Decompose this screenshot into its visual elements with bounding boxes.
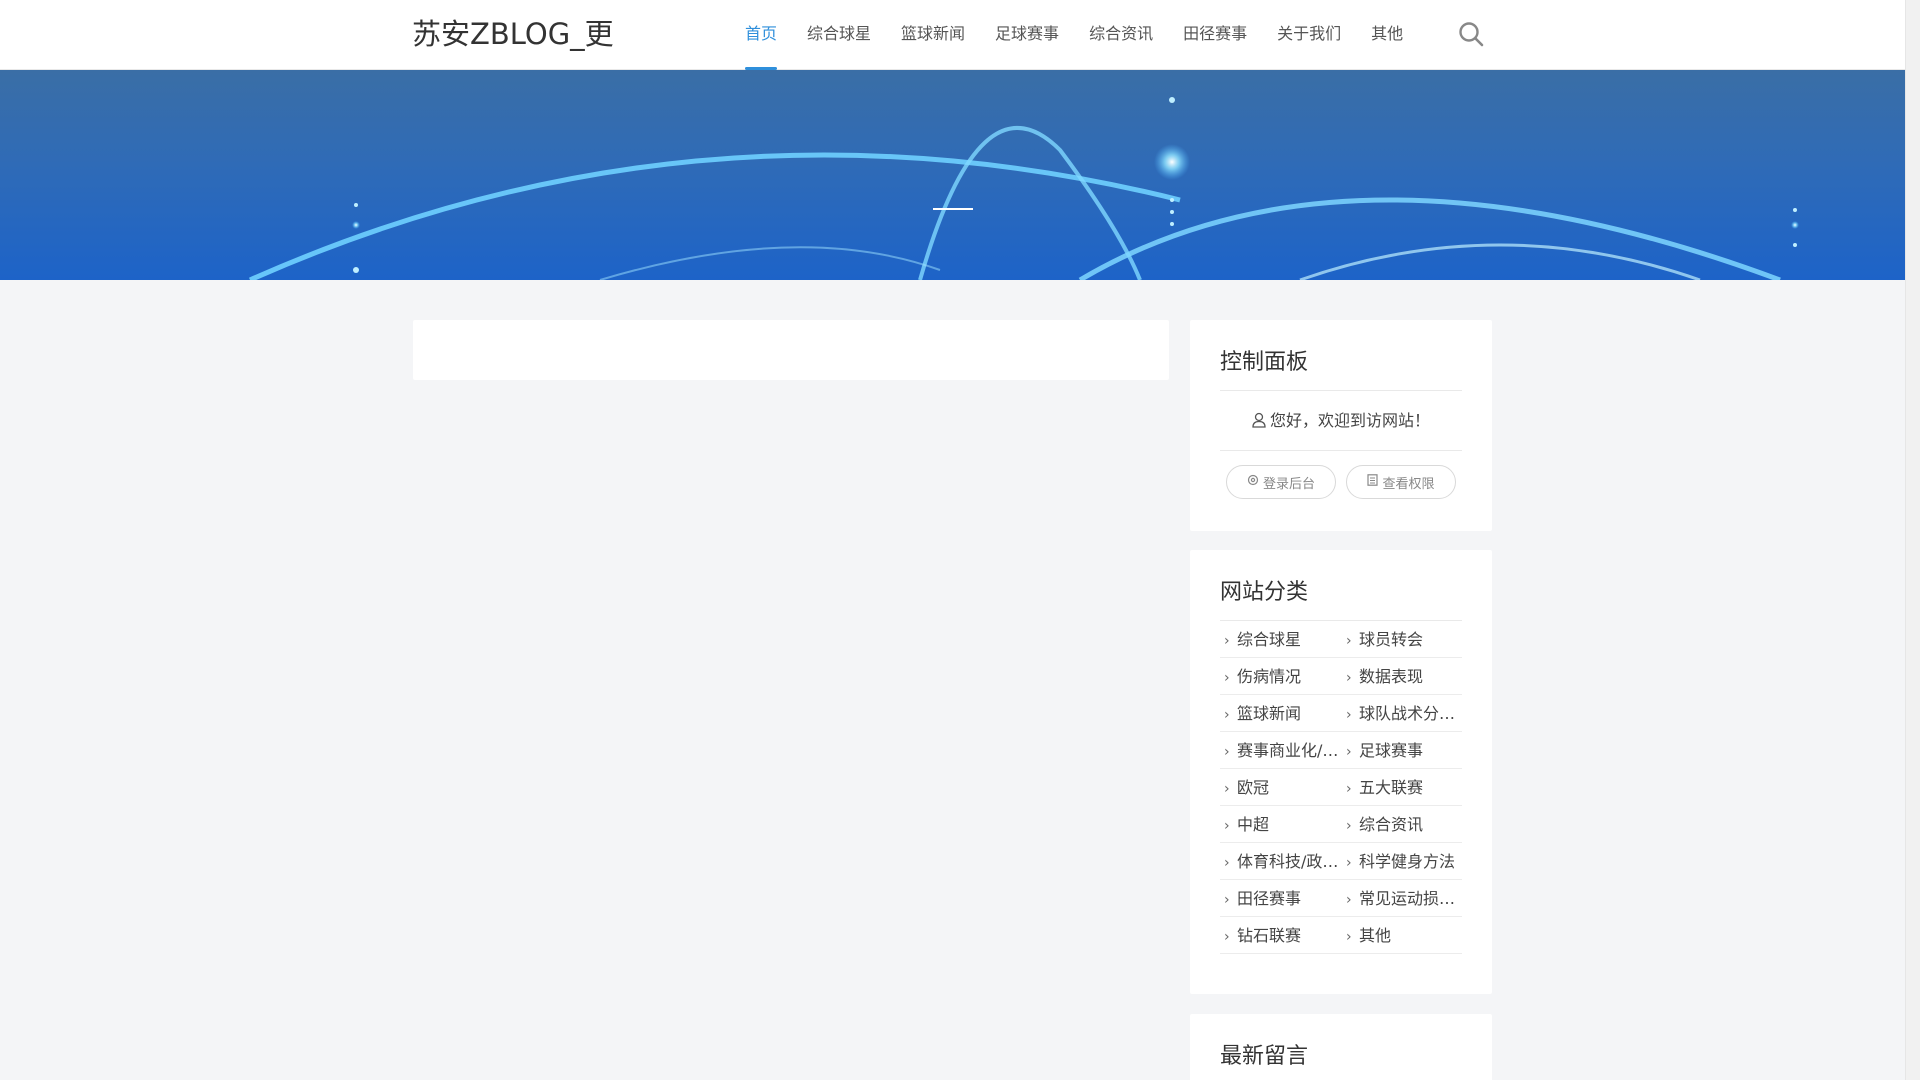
site-header: 苏安ZBLOG_更 首页 综合球星 篮球新闻 足球赛事 综合资讯 田径赛事 关于… [0,0,1905,70]
gear-icon [1247,474,1259,490]
chevron-right-icon: › [1224,707,1230,723]
document-icon [1367,474,1379,490]
category-item[interactable]: › 球队战术分… [1342,695,1462,732]
nav-item-basketball[interactable]: 篮球新闻 [901,0,965,70]
categories-widget: 网站分类 › 综合球星 › 球员转会 › 伤病情况 › 数据表现 › 篮球新闻 › 球队战术… [1190,550,1492,994]
chevron-right-icon: › [1224,892,1230,908]
chevron-right-icon: › [1346,670,1352,686]
nav-item-stars[interactable]: 综合球星 [807,0,871,70]
page-scrollbar[interactable] [1905,0,1920,1080]
nav-item-football[interactable]: 足球赛事 [995,0,1059,70]
login-admin-label: 登录后台 [1262,476,1315,492]
chevron-right-icon: › [1224,818,1230,834]
category-item[interactable]: › 综合球星 [1220,621,1342,658]
site-title[interactable]: 苏安ZBLOG_更 [412,16,614,52]
category-item[interactable]: › 田径赛事 [1220,880,1342,917]
category-item[interactable]: › 中超 [1220,806,1342,843]
chevron-right-icon: › [1224,633,1230,649]
nav-item-news[interactable]: 综合资讯 [1089,0,1153,70]
chevron-right-icon: › [1346,633,1352,649]
category-item[interactable]: › 篮球新闻 [1220,695,1342,732]
banner-divider [933,208,973,210]
category-item[interactable]: › 综合资讯 [1342,806,1462,843]
category-item[interactable]: › 球员转会 [1342,621,1462,658]
category-item[interactable]: › 伤病情况 [1220,658,1342,695]
category-item[interactable]: › 足球赛事 [1342,732,1462,769]
chevron-right-icon: › [1346,818,1352,834]
chevron-right-icon: › [1224,744,1230,760]
chevron-right-icon: › [1224,929,1230,945]
chevron-right-icon: › [1224,855,1230,871]
banner-graphic [248,97,1799,280]
category-item[interactable]: › 数据表现 [1342,658,1462,695]
chevron-right-icon: › [1346,929,1352,945]
latest-comments-widget: 最新留言 [1190,1014,1492,1080]
categories-title: 网站分类 [1220,550,1462,621]
welcome-text: 您好，欢迎到访网站！ [1269,411,1430,430]
nav-item-about[interactable]: 关于我们 [1277,0,1341,70]
welcome-message: 您好，欢迎到访网站！ [1220,391,1462,451]
category-item[interactable]: › 常见运动损… [1342,880,1462,917]
hero-banner [0,70,1905,280]
nav-item-other[interactable]: 其他 [1371,0,1403,70]
category-item[interactable]: › 科学健身方法 [1342,843,1462,880]
chevron-right-icon: › [1224,670,1230,686]
search-icon[interactable] [1457,20,1485,48]
view-permission-button[interactable]: 查看权限 [1346,465,1456,499]
category-item[interactable]: › 钻石联赛 [1220,917,1342,954]
nav-item-home[interactable]: 首页 [745,0,778,70]
chevron-right-icon: › [1346,744,1352,760]
chevron-right-icon: › [1346,781,1352,797]
category-item[interactable]: › 赛事商业化/… [1220,732,1342,769]
category-item[interactable]: › 体育科技/政… [1220,843,1342,880]
control-panel-title: 控制面板 [1220,320,1462,391]
chevron-right-icon: › [1346,855,1352,871]
view-permission-label: 查看权限 [1382,476,1435,492]
category-list: › 综合球星 › 球员转会 › 伤病情况 › 数据表现 › 篮球新闻 › 球队战术分… › 赛… [1220,621,1462,954]
user-icon [1252,393,1266,453]
category-item[interactable]: › 五大联赛 [1342,769,1462,806]
main-content-card [413,320,1169,380]
latest-comments-title: 最新留言 [1220,1044,1309,1069]
chevron-right-icon: › [1346,892,1352,908]
category-item[interactable]: › 欧冠 [1220,769,1342,806]
category-item[interactable]: › 其他 [1342,917,1462,954]
nav-item-athletics[interactable]: 田径赛事 [1183,0,1247,70]
chevron-right-icon: › [1224,781,1230,797]
chevron-right-icon: › [1346,707,1352,723]
main-nav: 首页 综合球星 篮球新闻 足球赛事 综合资讯 田径赛事 关于我们 其他 [745,0,1433,70]
control-panel-widget: 控制面板 您好，欢迎到访网站！ 登录后台 查看权限 [1190,320,1492,531]
login-admin-button[interactable]: 登录后台 [1226,465,1336,499]
